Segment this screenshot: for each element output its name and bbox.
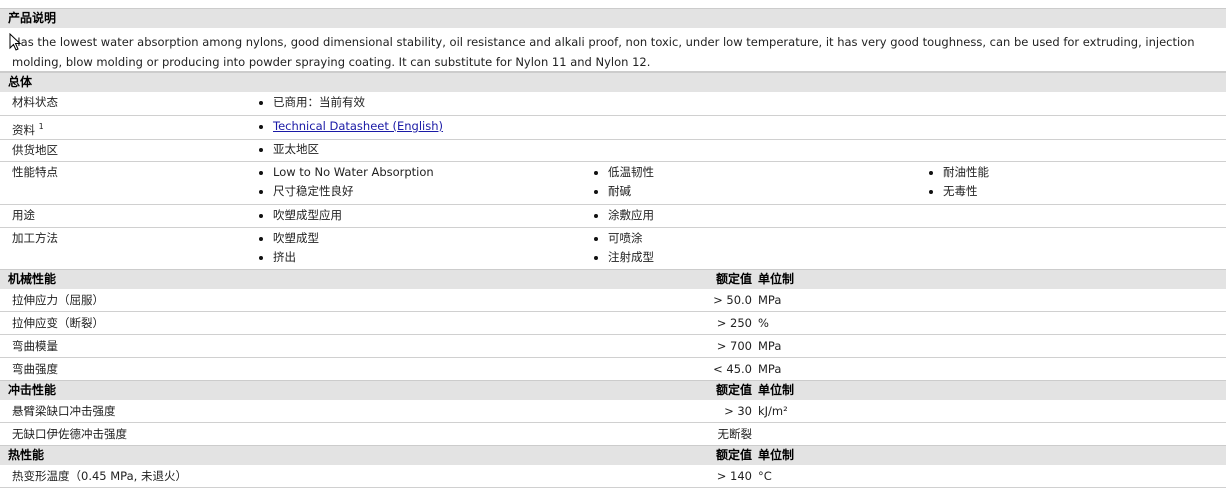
property-label: 弯曲强度 — [12, 362, 58, 376]
region-value: 亚太地区 — [258, 140, 319, 159]
docs-label: 资料 — [12, 122, 35, 137]
property-row: 悬臂梁缺口冲击强度 > 30 kJ/m² — [0, 400, 1226, 423]
process-item: 注射成型 — [593, 248, 654, 267]
property-value: > 250 — [716, 316, 752, 330]
process-item: 可喷涂 — [593, 229, 654, 248]
footnote: 1 — [38, 122, 44, 131]
use-item: 吹塑成型应用 — [258, 206, 342, 225]
row-docs: 资料 1 Technical Datasheet (English) — [0, 116, 1226, 140]
property-value: > 50.0 — [713, 293, 752, 307]
label: 供货地区 — [12, 143, 58, 157]
row-uses: 用途 吹塑成型应用 涂敷应用 — [0, 205, 1226, 228]
row-features: 性能特点 Low to No Water Absorption 尺寸稳定性良好 低… — [0, 162, 1226, 205]
col-value-header: 额定值 — [715, 272, 752, 286]
property-row: 拉伸应力（屈服） > 50.0 MPa — [0, 289, 1226, 312]
label: 用途 — [12, 208, 35, 222]
label: 资料 1 — [12, 116, 44, 141]
row-status: 材料状态 已商用：当前有效 — [0, 92, 1226, 116]
row-region: 供货地区 亚太地区 — [0, 140, 1226, 162]
feature-item: Low to No Water Absorption — [258, 163, 434, 182]
section-header-mechanical: 机械性能 额定值 单位制 — [0, 269, 1226, 289]
label: 加工方法 — [12, 231, 58, 245]
property-value: > 700 — [716, 339, 752, 353]
use-item: 涂敷应用 — [593, 206, 654, 225]
property-row: 拉伸应变（断裂） > 250% — [0, 312, 1226, 335]
property-row: 热变形温度（0.45 MPa, 未退火） > 140 °C — [0, 465, 1226, 488]
property-label: 无缺口伊佐德冲击强度 — [12, 427, 127, 441]
col-value-header: 额定值 — [715, 448, 752, 462]
section-title: 机械性能 — [8, 272, 57, 286]
feature-item: 尺寸稳定性良好 — [258, 182, 434, 201]
status-value: 已商用：当前有效 — [258, 93, 365, 112]
property-value: > 140 — [716, 469, 752, 483]
property-unit: kJ/m² — [758, 404, 788, 418]
property-row: 弯曲模量 > 700 MPa — [0, 335, 1226, 358]
property-unit: MPa — [758, 362, 782, 376]
feature-item: 低温韧性 — [593, 163, 654, 182]
property-row: 弯曲强度 < 45.0 MPa — [0, 358, 1226, 380]
col-unit-header: 单位制 — [758, 272, 795, 286]
mouse-cursor-icon — [9, 33, 21, 51]
property-label: 拉伸应力（屈服） — [12, 293, 104, 307]
property-unit: °C — [758, 469, 772, 483]
property-label: 悬臂梁缺口冲击强度 — [12, 404, 116, 418]
property-row: 无缺口伊佐德冲击强度 无断裂 — [0, 423, 1226, 445]
col-value-header: 额定值 — [715, 383, 752, 397]
section-header-general: 总体 — [0, 72, 1226, 92]
section-title: 热性能 — [8, 448, 45, 462]
col-unit-header: 单位制 — [758, 448, 795, 462]
property-label: 弯曲模量 — [12, 339, 58, 353]
technical-datasheet-link[interactable]: Technical Datasheet (English) — [273, 119, 443, 133]
process-item: 挤出 — [258, 248, 319, 267]
process-item: 吹塑成型 — [258, 229, 319, 248]
property-label: 热变形温度（0.45 MPa, 未退火） — [12, 469, 187, 483]
label: 材料状态 — [12, 95, 58, 109]
product-description: Has the lowest water absorption among ny… — [0, 28, 1226, 72]
property-unit: MPa — [758, 293, 782, 307]
feature-item: 耐油性能 — [928, 163, 989, 182]
property-unit: MPa — [758, 339, 782, 353]
section-header-description: 产品说明 — [0, 8, 1226, 28]
row-processing: 加工方法 吹塑成型 挤出 可喷涂 注射成型 — [0, 228, 1226, 269]
section-title: 冲击性能 — [8, 383, 57, 397]
property-value: < 45.0 — [713, 362, 752, 376]
feature-item: 无毒性 — [928, 182, 989, 201]
label: 性能特点 — [12, 165, 58, 179]
property-label: 拉伸应变（断裂） — [12, 316, 104, 330]
property-unit: % — [758, 316, 769, 330]
section-header-thermal: 热性能 额定值 单位制 — [0, 445, 1226, 465]
feature-item: 耐碱 — [593, 182, 654, 201]
property-value: 无断裂 — [717, 427, 753, 441]
col-unit-header: 单位制 — [758, 383, 795, 397]
section-header-impact: 冲击性能 额定值 单位制 — [0, 380, 1226, 400]
property-value: > 30 — [724, 404, 752, 418]
